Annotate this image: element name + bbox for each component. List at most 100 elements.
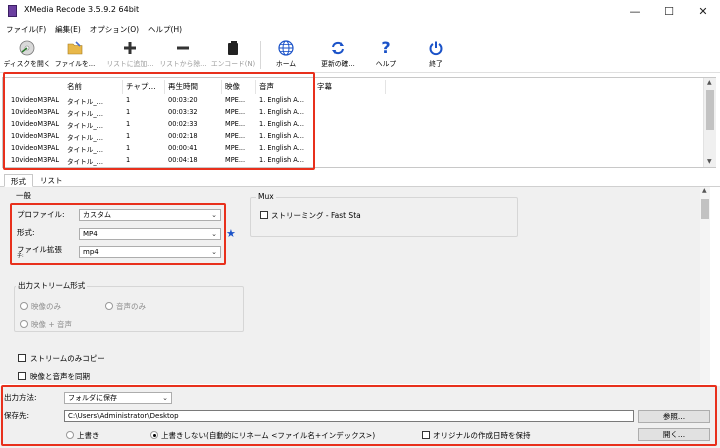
table-row[interactable]: 10videoM3PAL タイトル_... 1 00:04:18 MPE... … bbox=[3, 156, 703, 167]
extension-value: mp4 bbox=[83, 248, 99, 256]
cell-file: 10videoM3PAL bbox=[11, 144, 60, 152]
cell-audio: 1. English A... bbox=[259, 156, 304, 164]
column-separator bbox=[164, 80, 165, 94]
extension-label-suffix: 子: bbox=[17, 253, 24, 259]
open-disc-label: ディスクを開く bbox=[3, 60, 51, 68]
check-update-label: 更新の確... bbox=[321, 60, 355, 68]
audio-only-radio[interactable] bbox=[105, 302, 113, 310]
output-panel: 出力方法: フォルダに保存 ⌄ 保存先: C:\Users\Administrat… bbox=[0, 386, 720, 448]
chevron-down-icon: ⌄ bbox=[211, 230, 217, 238]
chevron-down-icon: ⌄ bbox=[162, 394, 168, 402]
column-header-subtitle[interactable]: 字幕 bbox=[317, 81, 332, 92]
video-audio-radio[interactable] bbox=[20, 320, 28, 328]
column-header-audio[interactable]: 音声 bbox=[259, 81, 274, 92]
column-header-duration[interactable]: 再生時間 bbox=[168, 81, 198, 92]
output-method-select[interactable]: フォルダに保存 ⌄ bbox=[64, 392, 172, 404]
window-title: XMedia Recode 3.5.9.2 64bit bbox=[24, 5, 140, 14]
sync-av-checkbox[interactable] bbox=[18, 372, 26, 380]
cell-audio: 1. English A... bbox=[259, 108, 304, 116]
open-file-button[interactable]: ファイルを... bbox=[52, 37, 98, 73]
table-row[interactable]: 10videoM3PAL タイトル_... 1 00:03:32 MPE... … bbox=[3, 108, 703, 119]
open-disc-button[interactable]: ディスクを開く bbox=[3, 37, 51, 73]
power-icon bbox=[427, 39, 445, 57]
video-only-radio[interactable] bbox=[20, 302, 28, 310]
extension-select[interactable]: mp4 ⌄ bbox=[79, 246, 221, 258]
mux-group-title: Mux bbox=[256, 192, 276, 201]
profile-value: カスタム bbox=[83, 211, 111, 219]
cell-video: MPE... bbox=[225, 144, 246, 152]
table-row[interactable]: 10videoM3PAL タイトル_... 1 00:02:33 MPE... … bbox=[3, 120, 703, 131]
menu-edit[interactable]: 編集(E) bbox=[55, 24, 81, 35]
cell-file: 10videoM3PAL bbox=[11, 96, 60, 104]
check-update-button[interactable]: 更新の確... bbox=[314, 37, 362, 73]
cell-name: タイトル_... bbox=[67, 134, 103, 142]
stream-copy-label: ストリームのみコピー bbox=[30, 354, 105, 363]
file-table[interactable]: 名前 チャプ... 再生時間 映像 音声 字幕 10videoM3PAL タイト… bbox=[2, 77, 716, 168]
menu-options[interactable]: オプション(O) bbox=[90, 24, 139, 35]
profile-select[interactable]: カスタム ⌄ bbox=[79, 209, 221, 221]
cell-audio: 1. English A... bbox=[259, 120, 304, 128]
stream-copy-checkbox[interactable] bbox=[18, 354, 26, 362]
output-method-value: フォルダに保存 bbox=[68, 394, 117, 402]
scroll-thumb[interactable] bbox=[706, 90, 714, 130]
output-method-label: 出力方法: bbox=[4, 393, 37, 402]
cell-chapter: 1 bbox=[126, 120, 131, 128]
remove-from-list-button[interactable]: リストから除... bbox=[158, 37, 208, 73]
tab-list[interactable]: リスト bbox=[34, 174, 69, 187]
cell-name: タイトル_... bbox=[67, 158, 103, 166]
home-label: ホーム bbox=[275, 60, 297, 68]
no-overwrite-radio[interactable] bbox=[150, 431, 158, 439]
cell-chapter: 1 bbox=[126, 96, 131, 104]
cell-duration: 00:00:41 bbox=[168, 144, 198, 152]
cell-name: タイトル_... bbox=[67, 110, 103, 118]
encode-icon bbox=[224, 39, 242, 57]
menu-help[interactable]: ヘルプ(H) bbox=[148, 24, 182, 35]
help-label: ヘルプ bbox=[375, 60, 397, 68]
remove-from-list-label: リストから除... bbox=[159, 60, 207, 68]
table-scrollbar[interactable]: ▲ ▼ bbox=[703, 78, 716, 167]
favorite-star-icon[interactable]: ★ bbox=[226, 227, 236, 240]
close-button[interactable]: ✕ bbox=[686, 0, 720, 22]
encode-button[interactable]: エンコード(N) bbox=[210, 37, 256, 73]
destination-input[interactable]: C:\Users\Administrator\Desktop bbox=[64, 410, 634, 422]
home-button[interactable]: ホーム bbox=[266, 37, 306, 73]
cell-audio: 1. English A... bbox=[259, 132, 304, 140]
streaming-checkbox[interactable] bbox=[260, 211, 268, 219]
exit-button[interactable]: 終了 bbox=[416, 37, 456, 73]
browse-button[interactable]: 参照... bbox=[638, 410, 710, 423]
keep-date-checkbox[interactable] bbox=[422, 431, 430, 439]
profile-label: プロファイル: bbox=[17, 210, 65, 219]
cell-video: MPE... bbox=[225, 108, 246, 116]
scroll-down-arrow-icon[interactable]: ▼ bbox=[707, 158, 712, 165]
destination-label: 保存先: bbox=[4, 411, 30, 420]
cell-duration: 00:02:33 bbox=[168, 120, 198, 128]
column-header-chapter[interactable]: チャプ... bbox=[126, 81, 156, 92]
overwrite-radio[interactable] bbox=[66, 431, 74, 439]
maximize-button[interactable]: ☐ bbox=[652, 0, 686, 22]
cell-video: MPE... bbox=[225, 132, 246, 140]
cell-name: タイトル_... bbox=[67, 98, 103, 106]
table-row[interactable]: 10videoM3PAL タイトル_... 1 00:02:18 MPE... … bbox=[3, 132, 703, 143]
table-row[interactable]: 10videoM3PAL タイトル_... 1 00:00:41 MPE... … bbox=[3, 144, 703, 155]
scroll-up-arrow-icon[interactable]: ▲ bbox=[702, 187, 707, 194]
scroll-up-arrow-icon[interactable]: ▲ bbox=[707, 79, 712, 86]
add-to-list-button[interactable]: リストに追加... bbox=[104, 37, 156, 73]
column-header-video[interactable]: 映像 bbox=[225, 81, 240, 92]
minimize-button[interactable]: — bbox=[618, 0, 652, 22]
open-button[interactable]: 開く... bbox=[638, 428, 710, 441]
menu-file[interactable]: ファイル(F) bbox=[6, 24, 46, 35]
disc-icon bbox=[18, 39, 36, 57]
tab-format[interactable]: 形式 bbox=[4, 174, 33, 187]
video-only-label: 映像のみ bbox=[31, 302, 61, 311]
scroll-thumb[interactable] bbox=[701, 199, 709, 219]
column-header-name[interactable]: 名前 bbox=[67, 81, 82, 92]
tab-strip: 形式 リスト bbox=[0, 173, 720, 187]
panel-scrollbar[interactable]: ▲ bbox=[700, 187, 710, 384]
plus-icon bbox=[121, 39, 139, 57]
cell-video: MPE... bbox=[225, 120, 246, 128]
minus-icon bbox=[174, 39, 192, 57]
table-row[interactable]: 10videoM3PAL タイトル_... 1 00:03:20 MPE... … bbox=[3, 96, 703, 107]
format-select[interactable]: MP4 ⌄ bbox=[79, 228, 221, 240]
help-button[interactable]: ? ヘルプ bbox=[366, 37, 406, 73]
chevron-down-icon: ⌄ bbox=[211, 248, 217, 256]
